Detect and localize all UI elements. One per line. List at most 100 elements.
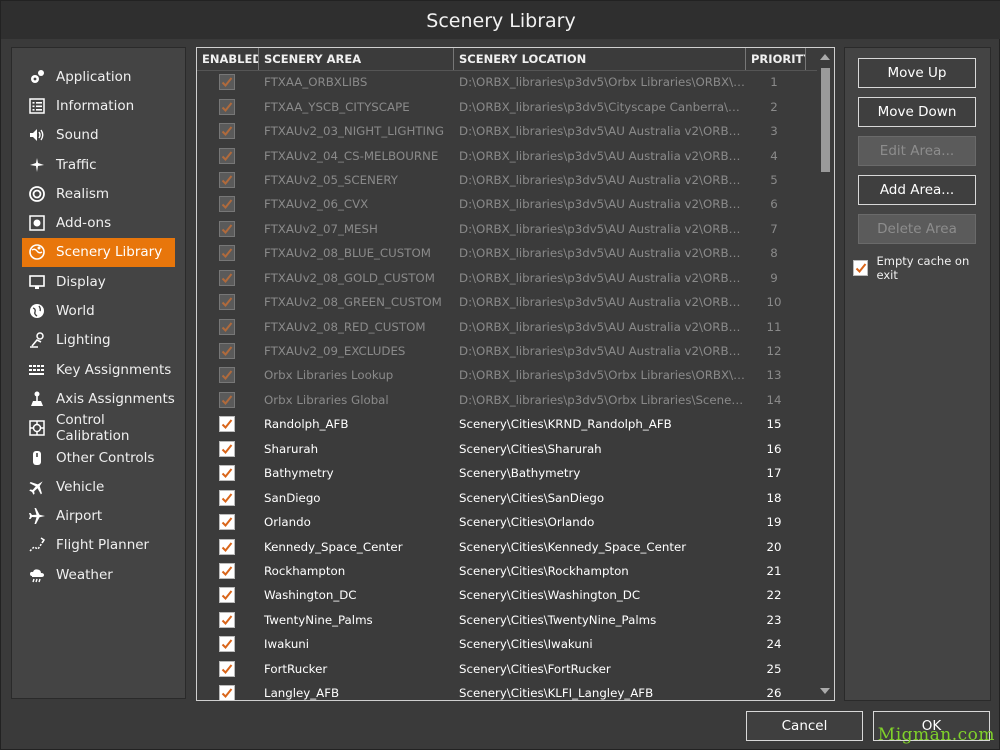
priority-cell: 12 <box>766 344 782 359</box>
enabled-checkbox[interactable] <box>219 465 235 482</box>
cancel-button[interactable]: Cancel <box>746 711 863 741</box>
table-row[interactable]: FTXAUv2_04_CS-MELBOURNE D:\ORBX_libraries… <box>197 143 817 167</box>
table-row[interactable]: FTXAUv2_08_BLUE_CUSTOM D:\ORBX_libraries\… <box>197 241 817 265</box>
sidebar-item-other-controls[interactable]: Other Controls <box>22 443 175 472</box>
enabled-checkbox[interactable] <box>219 685 235 700</box>
sidebar-item-traffic[interactable]: Traffic <box>22 150 175 179</box>
enabled-checkbox[interactable] <box>219 245 235 262</box>
enabled-checkbox[interactable] <box>219 367 235 384</box>
enabled-checkbox[interactable] <box>219 391 235 408</box>
keyboard-icon <box>28 361 46 379</box>
table-row[interactable]: Langley_AFB Scenery\Cities\KLFI_Langley_A… <box>197 681 817 700</box>
empty-cache-option[interactable]: Empty cache on exit <box>853 254 990 282</box>
enabled-checkbox[interactable] <box>219 636 235 653</box>
delete-area-button[interactable]: Delete Area <box>858 214 976 244</box>
enabled-checkbox[interactable] <box>219 269 235 286</box>
sidebar-item-world[interactable]: World <box>22 296 175 325</box>
scenery-area-cell: FTXAUv2_08_BLUE_CUSTOM <box>264 246 431 261</box>
sidebar-item-scenery-library[interactable]: Scenery Library <box>22 237 175 268</box>
enabled-checkbox[interactable] <box>219 294 235 311</box>
header-scenery-location[interactable]: SCENERY LOCATION <box>454 48 746 70</box>
header-priority[interactable]: PRIORITY <box>746 48 806 70</box>
edit-area-button[interactable]: Edit Area... <box>858 136 976 166</box>
table-row[interactable]: FTXAUv2_08_GOLD_CUSTOM D:\ORBX_libraries\… <box>197 266 817 290</box>
table-row[interactable]: FTXAUv2_07_MESH D:\ORBX_libraries\p3dv5\A… <box>197 217 817 241</box>
enabled-cell <box>197 294 259 311</box>
sidebar-item-key-assignments[interactable]: Key Assignments <box>22 355 175 384</box>
table-row[interactable]: FTXAA_YSCB_CITYSCAPE D:\ORBX_libraries\p3… <box>197 94 817 118</box>
sidebar-item-sound[interactable]: Sound <box>22 121 175 150</box>
table-row[interactable]: Orlando Scenery\Cities\Orlando 19 <box>197 510 817 534</box>
enabled-checkbox[interactable] <box>219 123 235 140</box>
addon-box-icon <box>28 214 46 232</box>
scenery-location-cell: D:\ORBX_libraries\p3dv5\AU Australia v2\… <box>459 319 746 334</box>
table-row[interactable]: Orbx Libraries Global D:\ORBX_libraries\p… <box>197 388 817 412</box>
table-row[interactable]: FTXAUv2_06_CVX D:\ORBX_libraries\p3dv5\AU… <box>197 192 817 216</box>
table-row[interactable]: Rockhampton Scenery\Cities\Rockhampton 21 <box>197 559 817 583</box>
header-scenery-area[interactable]: SCENERY AREA <box>259 48 454 70</box>
enabled-checkbox[interactable] <box>219 98 235 115</box>
scenery-location-cell: Scenery\Cities\KRND_Randolph_AFB <box>459 417 672 432</box>
sidebar-item-vehicle[interactable]: Vehicle <box>22 472 175 501</box>
move-down-button[interactable]: Move Down <box>858 97 976 127</box>
scenery-area-cell: FTXAA_ORBXLIBS <box>264 75 368 90</box>
scroll-up-arrow-icon[interactable] <box>820 54 830 60</box>
scenery-location-cell: D:\ORBX_libraries\p3dv5\AU Australia v2\… <box>459 246 746 261</box>
sidebar-item-weather[interactable]: Weather <box>22 560 175 589</box>
header-enabled[interactable]: ENABLED <box>197 48 259 70</box>
table-row[interactable]: FortRucker Scenery\Cities\FortRucker 25 <box>197 657 817 681</box>
move-up-button[interactable]: Move Up <box>858 58 976 88</box>
table-row[interactable]: FTXAUv2_08_RED_CUSTOM D:\ORBX_libraries\p… <box>197 314 817 338</box>
table-row[interactable]: FTXAUv2_09_EXCLUDES D:\ORBX_libraries\p3d… <box>197 339 817 363</box>
enabled-checkbox[interactable] <box>219 318 235 335</box>
table-row[interactable]: FTXAUv2_08_GREEN_CUSTOM D:\ORBX_libraries… <box>197 290 817 314</box>
enabled-checkbox[interactable] <box>219 147 235 164</box>
sidebar-item-lighting[interactable]: Lighting <box>22 326 175 355</box>
table-row[interactable]: Iwakuni Scenery\Cities\Iwakuni 24 <box>197 632 817 656</box>
enabled-checkbox[interactable] <box>219 196 235 213</box>
sidebar-item-information[interactable]: Information <box>22 91 175 120</box>
enabled-checkbox[interactable] <box>219 489 235 506</box>
table-row[interactable]: FTXAA_ORBXLIBS D:\ORBX_libraries\p3dv5\Or… <box>197 70 817 94</box>
enabled-checkbox[interactable] <box>219 660 235 677</box>
scroll-down-arrow-icon[interactable] <box>820 688 830 694</box>
table-row[interactable]: Kennedy_Space_Center Scenery\Cities\Kenne… <box>197 534 817 558</box>
enabled-checkbox[interactable] <box>219 440 235 457</box>
priority-cell: 18 <box>766 490 782 505</box>
sidebar-item-airport[interactable]: Airport <box>22 501 175 530</box>
sidebar-item-application[interactable]: Application <box>22 62 175 91</box>
table-row[interactable]: FTXAUv2_03_NIGHT_LIGHTING D:\ORBX_librari… <box>197 119 817 143</box>
enabled-checkbox[interactable] <box>219 220 235 237</box>
table-row[interactable]: Bathymetry Scenery\Bathymetry 17 <box>197 461 817 485</box>
enabled-checkbox[interactable] <box>219 587 235 604</box>
sidebar-item-axis-assignments[interactable]: Axis Assignments <box>22 384 175 413</box>
table-row[interactable]: TwentyNine_Palms Scenery\Cities\TwentyNin… <box>197 608 817 632</box>
enabled-checkbox[interactable] <box>219 611 235 628</box>
enabled-checkbox[interactable] <box>219 74 235 91</box>
table-row[interactable]: Randolph_AFB Scenery\Cities\KRND_Randolph… <box>197 412 817 436</box>
sidebar-item-display[interactable]: Display <box>22 267 175 296</box>
table-row[interactable]: Washington_DC Scenery\Cities\Washington_D… <box>197 583 817 607</box>
enabled-checkbox[interactable] <box>219 343 235 360</box>
add-area-button[interactable]: Add Area... <box>858 175 976 205</box>
enabled-checkbox[interactable] <box>219 171 235 188</box>
scenery-location-cell: Scenery\Cities\Washington_DC <box>459 588 641 603</box>
vertical-scrollbar[interactable] <box>817 48 834 700</box>
enabled-cell <box>197 416 259 433</box>
enabled-checkbox[interactable] <box>219 562 235 579</box>
sidebar-item-control-calibration[interactable]: Control Calibration <box>22 412 175 444</box>
table-row[interactable]: Orbx Libraries Lookup D:\ORBX_libraries\p… <box>197 363 817 387</box>
table-row[interactable]: FTXAUv2_05_SCENERY D:\ORBX_libraries\p3dv… <box>197 168 817 192</box>
empty-cache-checkbox[interactable] <box>853 260 869 276</box>
sidebar-item-flight-planner[interactable]: Flight Planner <box>22 531 175 560</box>
sidebar-item-realism[interactable]: Realism <box>22 179 175 208</box>
sidebar-item-add-ons[interactable]: Add-ons <box>22 208 175 237</box>
actions-panel: Move Up Move Down Edit Area... Add Area.… <box>844 47 991 701</box>
table-row[interactable]: SanDiego Scenery\Cities\SanDiego 18 <box>197 485 817 509</box>
table-row[interactable]: Sharurah Scenery\Cities\Sharurah 16 <box>197 437 817 461</box>
enabled-checkbox[interactable] <box>219 538 235 555</box>
enabled-checkbox[interactable] <box>219 514 235 531</box>
enabled-checkbox[interactable] <box>219 416 235 433</box>
scrollbar-thumb[interactable] <box>821 68 830 172</box>
scenery-location-cell: D:\ORBX_libraries\p3dv5\AU Australia v2\… <box>459 197 746 212</box>
